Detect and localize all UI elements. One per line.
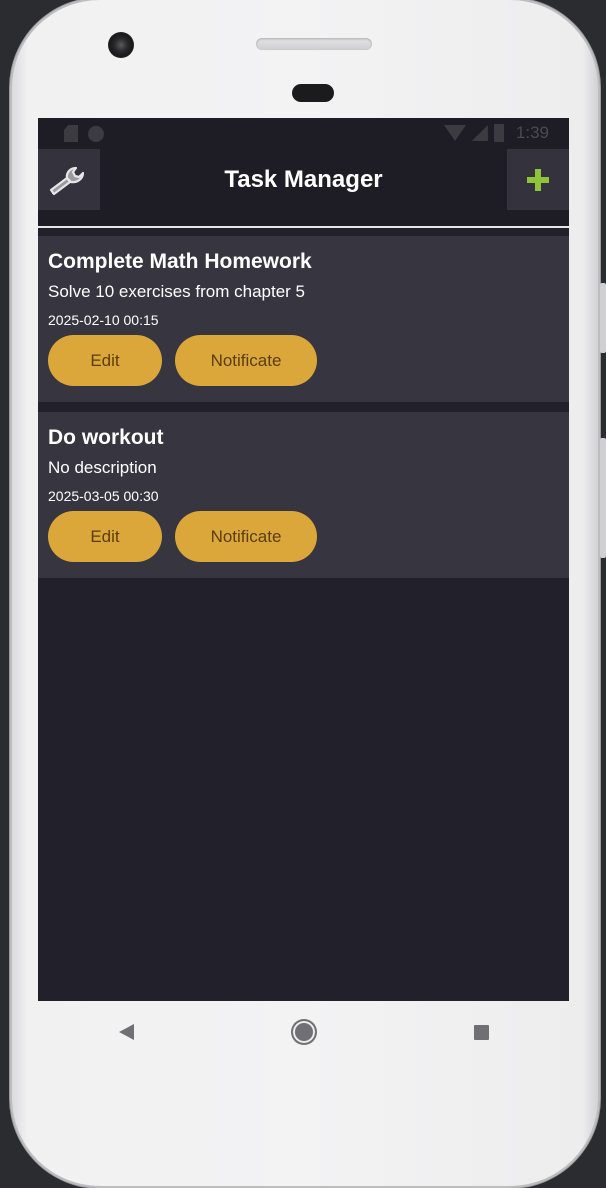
signal-icon	[471, 125, 488, 141]
battery-icon	[493, 124, 504, 142]
front-camera	[108, 32, 134, 58]
sd-card-icon	[64, 125, 78, 142]
task-card: Complete Math Homework Solve 10 exercise…	[38, 236, 569, 402]
task-title: Complete Math Homework	[48, 250, 312, 273]
app-screen: 1:39 Task Manager Complete Math Homework…	[38, 118, 569, 1001]
wifi-icon	[443, 125, 466, 141]
home-circle-icon[interactable]	[294, 1023, 313, 1041]
plus-icon	[527, 168, 549, 191]
status-time: 1:39	[515, 123, 549, 142]
notificate-button[interactable]: Notificate	[175, 335, 317, 386]
sync-icon	[88, 125, 104, 142]
status-bar: 1:39	[38, 118, 569, 148]
task-datetime: 2025-02-10 00:15	[48, 312, 159, 328]
toolbar-divider	[38, 226, 569, 228]
recents-square-icon[interactable]	[473, 1024, 489, 1040]
back-triangle-icon[interactable]	[118, 1024, 134, 1040]
task-card: Do workout No description 2025-03-05 00:…	[38, 412, 569, 578]
task-title: Do workout	[48, 426, 164, 449]
proximity-sensor	[292, 84, 334, 102]
volume-button	[600, 283, 606, 353]
app-toolbar: Task Manager	[38, 148, 569, 226]
power-button	[600, 438, 606, 558]
edit-button[interactable]: Edit	[48, 511, 162, 562]
edit-button[interactable]: Edit	[48, 335, 162, 386]
page-title: Task Manager	[224, 166, 383, 193]
add-task-button[interactable]	[507, 149, 569, 210]
task-datetime: 2025-03-05 00:30	[48, 488, 159, 504]
system-navigation-bar	[38, 1001, 569, 1063]
task-description: No description	[48, 458, 157, 477]
earpiece-speaker	[256, 38, 372, 50]
notificate-button[interactable]: Notificate	[175, 511, 317, 562]
task-description: Solve 10 exercises from chapter 5	[48, 282, 306, 301]
